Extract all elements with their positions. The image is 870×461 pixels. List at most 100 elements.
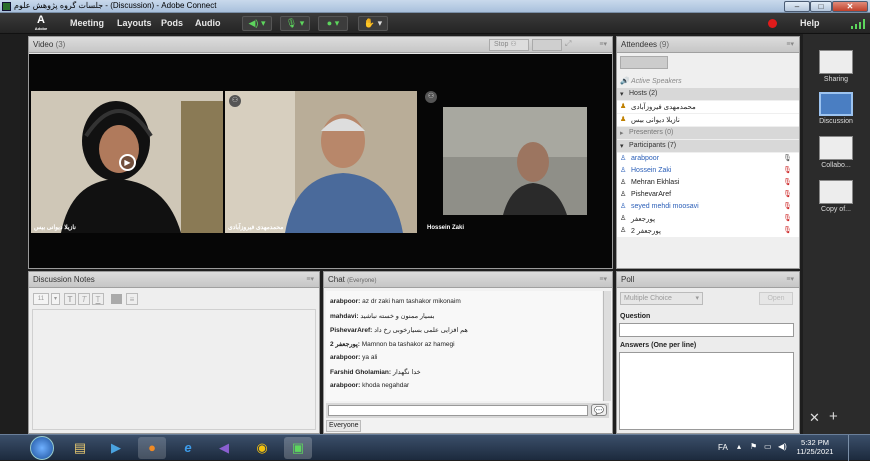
add-layout-icon[interactable]: +	[829, 408, 838, 425]
open-poll-button[interactable]: Open	[759, 292, 793, 305]
webcam-button[interactable]: ● ▾	[318, 16, 348, 31]
chat-sender: mahdavi:	[330, 313, 359, 320]
user-badge-icon: ⚇	[229, 95, 241, 107]
chat-message-input[interactable]	[328, 405, 588, 416]
participant-name: Mehran Ekhlasi	[631, 179, 680, 186]
volume-icon[interactable]: ◀)	[778, 442, 787, 451]
font-size-chevron-icon[interactable]: ▾	[51, 293, 60, 305]
microphone-button[interactable]: 🎙 ▾	[280, 16, 310, 31]
notes-pod-header: Discussion Notes ≡▾	[29, 272, 319, 288]
menu-audio[interactable]: Audio	[195, 18, 221, 28]
participant-row[interactable]: ♙ Mehran Ekhlasi 🎙	[617, 177, 799, 189]
maximize-button[interactable]: □	[810, 1, 832, 12]
show-desktop-button[interactable]	[848, 435, 870, 461]
notes-pod-menu-icon[interactable]: ≡▾	[306, 275, 314, 283]
menu-pods[interactable]: Pods	[161, 18, 183, 28]
question-input[interactable]	[619, 323, 794, 337]
firefox-icon[interactable]: ●	[138, 437, 166, 459]
attendees-pod-menu-icon[interactable]: ≡▾	[786, 40, 794, 48]
microphone-muted-icon: 🎙	[783, 215, 792, 222]
menu-layouts[interactable]: Layouts	[117, 18, 152, 28]
hosts-section[interactable]: ▾ Hosts (2)	[617, 88, 799, 100]
host-row[interactable]: ♟ نازیلا دیوانی بیس	[617, 114, 799, 126]
host-icon: ♟	[620, 116, 627, 123]
flag-icon[interactable]: ⚑	[750, 442, 757, 451]
menubar: A Adobe Meeting Layouts Pods Audio ◀) ▾ 🎙…	[0, 13, 870, 34]
chat-scrollbar[interactable]	[603, 291, 611, 401]
chat-text: az dr zaki ham tashakor mikonaim	[362, 298, 461, 305]
menu-help[interactable]: Help	[800, 18, 820, 28]
video-pod-header: Video (3) Stop ⚇ ⤢ ≡▾	[29, 37, 612, 53]
collapse-layouts-icon[interactable]: ✕	[809, 410, 820, 426]
close-button[interactable]: ✕	[832, 1, 868, 12]
participant-row[interactable]: ♙ seyed mehdi moosavi 🎙	[617, 201, 799, 213]
minimize-button[interactable]: –	[784, 1, 810, 12]
notes-text-area[interactable]	[32, 309, 316, 430]
adobe-connect-taskbar-icon[interactable]: ▣	[284, 437, 312, 459]
video-tile-1[interactable]: ▶ نازیلا دیوانی بیس	[31, 91, 223, 233]
clock[interactable]: 5:32 PM 11/25/2021	[796, 438, 834, 456]
font-size-select[interactable]: 11	[33, 293, 49, 305]
chat-pod: Chat (Everyone) ≡▾ arabpoor: az dr zaki …	[323, 271, 613, 434]
hosts-header: Hosts (2)	[629, 90, 658, 97]
chat-sender: arabpoor:	[330, 298, 361, 305]
send-message-icon[interactable]: 💬	[591, 404, 607, 416]
menu-meeting[interactable]: Meeting	[70, 18, 104, 28]
file-explorer-icon[interactable]: ▤	[66, 437, 94, 459]
bullet-list-icon[interactable]: ≡	[126, 293, 138, 305]
microphone-muted-icon: 🎙	[783, 191, 792, 198]
host-row[interactable]: ♟ محمدمهدی فیروزآبادی	[617, 101, 799, 113]
grid-view-toggle[interactable]	[532, 39, 562, 51]
layout-discussion[interactable]: Discussion	[816, 92, 856, 125]
poll-pod-title: Poll	[621, 275, 635, 284]
media-player-icon[interactable]: ▶	[102, 437, 130, 459]
user-icon: ♙	[620, 155, 627, 162]
chat-recipient-tab[interactable]: Everyone	[326, 420, 361, 432]
participant-row[interactable]: ♙ Hossein Zaki 🎙	[617, 165, 799, 177]
italic-icon[interactable]: T	[78, 293, 90, 305]
video-tile-3[interactable]: ⚇ Hossein Zaki	[425, 91, 600, 233]
poll-pod-menu-icon[interactable]: ≡▾	[786, 275, 794, 283]
chat-sender: Farshid Gholamian:	[330, 369, 392, 376]
chat-message: arabpoor: az dr zaki ham tashakor mikona…	[330, 298, 461, 305]
internet-explorer-icon[interactable]: e	[174, 437, 202, 459]
fullscreen-icon[interactable]: ⤢	[565, 39, 579, 51]
tray-chevron-up-icon[interactable]: ▴	[737, 442, 741, 451]
speaker-button[interactable]: ◀) ▾	[242, 16, 272, 31]
chat-pod-menu-icon[interactable]: ≡▾	[599, 275, 607, 283]
attendee-view-toggle[interactable]	[620, 56, 668, 69]
participant-row[interactable]: ♙ پورجعفر 2 🎙	[617, 225, 799, 237]
participants-header: Participants (7)	[629, 142, 677, 149]
participant-row[interactable]: ♙ arabpoor 🎙	[617, 153, 799, 165]
play-icon[interactable]: ▶	[119, 154, 136, 171]
participant-row[interactable]: ♙ پورجعفر 🎙	[617, 213, 799, 225]
visual-studio-icon[interactable]: ◀	[210, 437, 238, 459]
underline-icon[interactable]: T	[92, 293, 104, 305]
text-color-icon[interactable]	[111, 294, 122, 304]
video-pod-menu-icon[interactable]: ≡▾	[599, 40, 607, 48]
stop-video-button[interactable]: Stop ⚇	[489, 39, 529, 51]
user-icon: ♙	[620, 191, 627, 198]
presenters-section[interactable]: ▸ Presenters (0)	[617, 127, 799, 139]
language-indicator[interactable]: FA	[718, 443, 728, 452]
participants-section[interactable]: ▾ Participants (7)	[617, 140, 799, 152]
chrome-icon[interactable]: ◉	[248, 437, 276, 459]
network-icon[interactable]: ▭	[764, 442, 772, 451]
poll-type-select[interactable]: Multiple Choice ▾	[620, 292, 703, 305]
recording-indicator-icon[interactable]	[768, 19, 777, 28]
raise-hand-button[interactable]: ✋ ▾	[358, 16, 388, 31]
video-count: (3)	[55, 40, 66, 49]
speaker-icon: ◀)	[248, 18, 259, 28]
layout-sharing[interactable]: Sharing	[816, 50, 856, 83]
bold-icon[interactable]: T	[64, 293, 76, 305]
adobe-logo-text: Adobe	[34, 26, 48, 31]
layout-collaboration[interactable]: Collabo...	[816, 136, 856, 169]
start-button-icon[interactable]	[30, 436, 54, 460]
participant-row[interactable]: ♙ PishevarAref 🎙	[617, 189, 799, 201]
layout-copy-of[interactable]: Copy of...	[816, 180, 856, 213]
answers-textarea[interactable]	[619, 352, 794, 430]
host-name: محمدمهدی فیروزآبادی	[631, 104, 696, 111]
video-tile-2[interactable]: ⚇ محمدمهدی فیروزآبادی	[225, 91, 417, 233]
person-icon: ⚇	[510, 41, 517, 48]
chat-sender: پورجعفر 2:	[330, 341, 360, 348]
